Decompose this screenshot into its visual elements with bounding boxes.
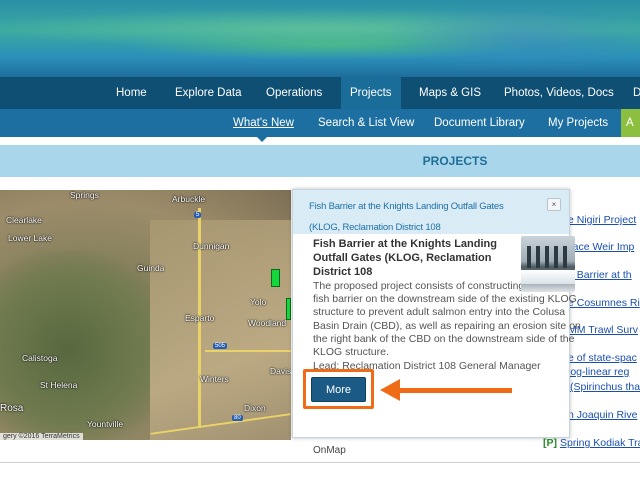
- subnav-document-library[interactable]: Document Library: [434, 109, 525, 137]
- nav-projects[interactable]: Projects: [341, 77, 401, 109]
- arrow-left-icon: [380, 379, 400, 401]
- thumbnail-detail: [563, 246, 567, 268]
- project-link[interactable]: (Spirinchus tha: [570, 381, 640, 393]
- thumbnail-detail: [521, 270, 575, 284]
- map-label: Yountville: [87, 419, 124, 429]
- map-label: Springs: [70, 190, 99, 200]
- map-label: Arbuckle: [172, 194, 206, 204]
- map-label: Winters: [200, 374, 229, 384]
- map-view[interactable]: Springs Arbuckle Clearlake Lower Lake Du…: [0, 190, 291, 440]
- map-label: Woodland: [248, 318, 287, 328]
- popup-header-title[interactable]: Fish Barrier at the Knights Landing Outf…: [309, 196, 534, 238]
- project-marker[interactable]: [271, 269, 280, 287]
- map-label: Clearlake: [6, 215, 42, 225]
- sub-nav: What's New Search & List View Document L…: [0, 109, 640, 137]
- project-link[interactable]: Spring Kodiak Tra: [560, 437, 640, 449]
- nav-maps-gis[interactable]: Maps & GIS: [419, 77, 481, 109]
- project-link[interactable]: e Nigiri Project: [568, 214, 636, 226]
- map-label: Guinda: [137, 263, 165, 273]
- map-label: Davis: [270, 366, 291, 376]
- highway-shield-icon: 505: [213, 343, 228, 349]
- map-label: Calistoga: [22, 353, 58, 363]
- highway-shield-icon: 80: [232, 415, 243, 421]
- map-terrain: [0, 250, 170, 440]
- subnav-whats-new[interactable]: What's New: [233, 109, 294, 137]
- map-road: [205, 350, 291, 352]
- popup-header: Fish Barrier at the Knights Landing Outf…: [293, 190, 569, 234]
- map-credit: gery ©2016 TerraMetrics: [0, 433, 83, 440]
- projects-bar: PROJECTS: [0, 145, 640, 177]
- nav-explore-data[interactable]: Explore Data: [175, 77, 241, 109]
- more-button[interactable]: More: [311, 377, 366, 402]
- project-type-label: [P]: [543, 437, 557, 449]
- subnav-overflow[interactable]: A: [621, 109, 640, 137]
- thumbnail-detail: [545, 246, 549, 268]
- active-caret-icon: [255, 135, 269, 142]
- map-label: Dunnigan: [193, 241, 230, 251]
- thumbnail-detail: [527, 246, 531, 268]
- map-label: St Helena: [40, 380, 78, 390]
- map-label: Lower Lake: [8, 233, 52, 243]
- thumbnail-detail: [536, 246, 540, 268]
- project-thumbnail[interactable]: [521, 236, 575, 292]
- subnav-search-list-view[interactable]: Search & List View: [318, 109, 414, 137]
- nav-photos-videos-docs[interactable]: Photos, Videos, Docs: [504, 77, 614, 109]
- nav-home[interactable]: Home: [116, 77, 147, 109]
- subnav-my-projects[interactable]: My Projects: [548, 109, 608, 137]
- thumbnail-detail: [554, 246, 558, 268]
- map-label: Yolo: [250, 297, 267, 307]
- highway-shield-icon: 5: [194, 212, 202, 218]
- project-marker[interactable]: [286, 298, 291, 320]
- map-label: Dixon: [244, 403, 266, 413]
- projects-title: PROJECTS: [422, 154, 488, 168]
- project-link[interactable]: n Joaquin Rive: [568, 409, 637, 421]
- banner-wave: [380, 0, 640, 70]
- nav-overflow[interactable]: D: [633, 77, 640, 109]
- close-icon[interactable]: ×: [547, 198, 561, 211]
- main-nav: Home Explore Data Operations Projects Ma…: [0, 77, 640, 109]
- map-terrain: [150, 220, 291, 440]
- map-label: Rosa: [0, 403, 24, 414]
- divider: [0, 462, 640, 463]
- page: Home Explore Data Operations Projects Ma…: [0, 0, 640, 480]
- annotation-arrow: [398, 388, 512, 393]
- popup-onmap-link[interactable]: OnMap: [313, 445, 346, 456]
- header-banner: [0, 0, 640, 77]
- nav-operations[interactable]: Operations: [266, 77, 322, 109]
- map-label: Esparto: [185, 313, 215, 323]
- popup-project-title: Fish Barrier at the Knights Landing Outf…: [313, 238, 497, 278]
